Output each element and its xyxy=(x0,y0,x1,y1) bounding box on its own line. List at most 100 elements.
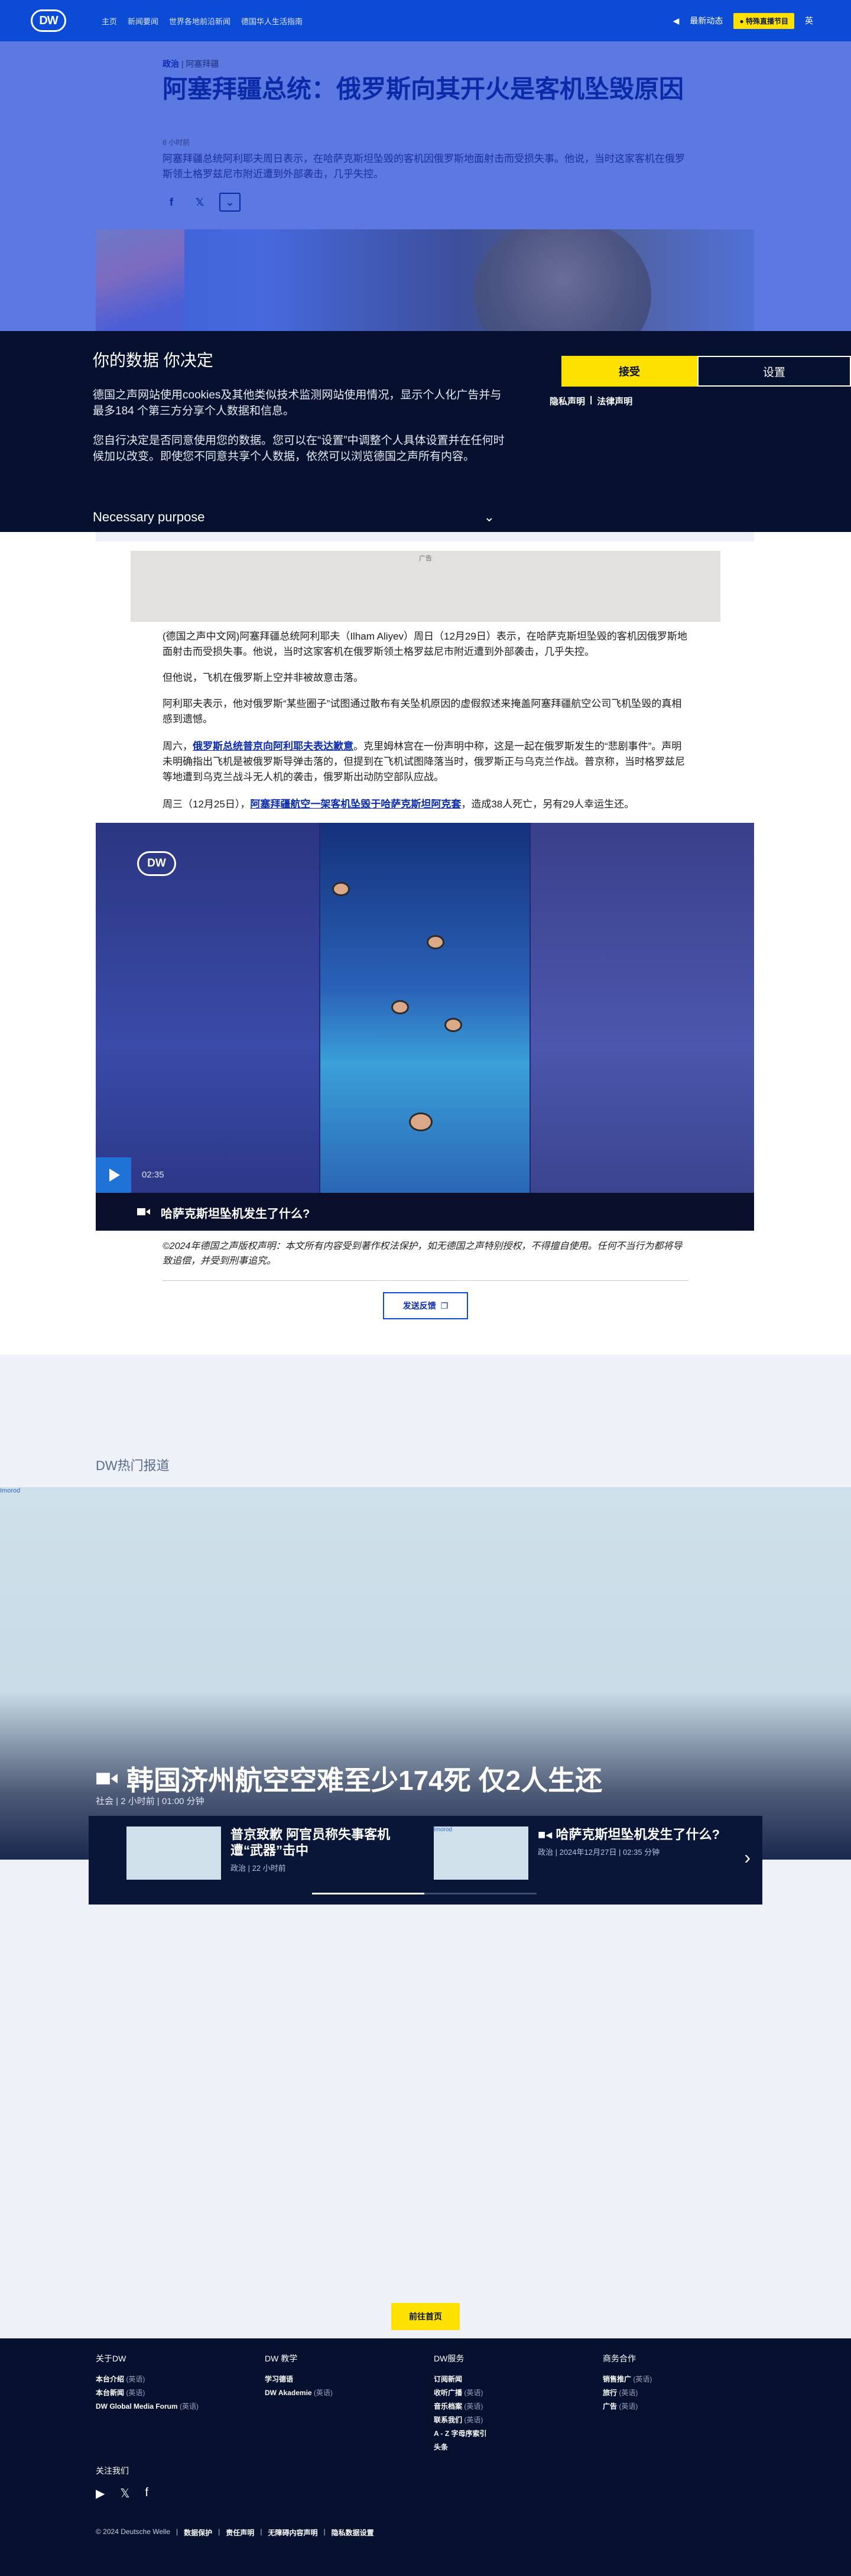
nav-item-news[interactable]: 新闻要闻 xyxy=(128,15,158,27)
footer-link[interactable]: 收听广播 (英语) xyxy=(434,2386,582,2400)
chevron-down-icon[interactable]: ⌄ xyxy=(219,193,241,212)
putin-apology-link[interactable]: 俄罗斯总统普京向阿利耶夫表达歉意 xyxy=(193,741,353,752)
video-duration: 02:35 xyxy=(142,1170,164,1180)
video-camera-icon: ■◂ xyxy=(538,1827,556,1842)
copy-icon: ❐ xyxy=(440,1300,449,1310)
trending-carousel: 普京致歉 阿官员称失事客机遭“武器”击中 政治 | 22 小时前 Imorod … xyxy=(89,1816,762,1905)
feedback-button[interactable]: 发送反馈 ❐ xyxy=(383,1292,468,1319)
social-links: ▶ 𝕏 f xyxy=(96,2486,148,2501)
card-title: ■◂ 哈萨克斯坦坠机发生了什么? xyxy=(538,1826,721,1842)
footer-col-services: DW服务 订阅新闻 收听广播 (英语) 音乐档案 (英语) 联系我们 (英语) … xyxy=(434,2353,582,2454)
home-button[interactable]: 前往首页 xyxy=(391,2303,460,2330)
article-paragraph: 周三（12月25日），阿塞拜疆航空一架客机坠毁于哈萨克斯坦阿克套，造成38人死亡… xyxy=(163,797,688,812)
legal-link[interactable]: 隐私数据设置 xyxy=(332,2528,374,2538)
subsection-link[interactable]: 阿塞拜疆 xyxy=(186,59,219,69)
para-text: ，造成38人死亡，另有29人幸运生还。 xyxy=(461,799,635,810)
play-icon[interactable] xyxy=(96,1157,131,1193)
legal-bar: © 2024 Deutsche Welle | 数据保护 | 责任声明 | 无障… xyxy=(96,2528,374,2538)
footer-link[interactable]: 本台介绍 (英语) xyxy=(96,2373,243,2386)
crash-link[interactable]: 阿塞拜疆航空一架客机坠毁于哈萨克斯坦阿克套 xyxy=(250,799,461,810)
article-paragraph: 但他说，飞机在俄罗斯上空并非被故意击落。 xyxy=(163,672,363,683)
video-frame[interactable]: DW 02:35 xyxy=(96,823,754,1193)
footer-col-learn: DW 教学 学习德语 DW Akademie (英语) xyxy=(265,2353,412,2400)
footer-link[interactable]: 头条 xyxy=(434,2441,582,2454)
dw-video-logo: DW xyxy=(137,851,176,876)
chevron-right-icon[interactable]: › xyxy=(744,1847,751,1868)
link-separator: | xyxy=(590,395,593,405)
top-story-title[interactable]: 韩国济州航空空难至少174死 仅2人生还 xyxy=(96,1759,602,1798)
footer-link[interactable]: 学习德语 xyxy=(265,2373,412,2386)
top-story-meta: 社会 | 2 小时前 | 01:00 分钟 xyxy=(96,1796,204,1806)
footer-link[interactable]: 广告 (英语) xyxy=(603,2400,751,2413)
footer-col-business: 商务合作 销售推广 (英语) 旅行 (英语) 广告 (英语) xyxy=(603,2353,751,2413)
article-lead: 阿塞拜疆总统阿利耶夫周日表示，在哈萨克斯坦坠毁的客机因俄罗斯地面射击而受损失事。… xyxy=(163,153,685,180)
video-camera-icon xyxy=(96,1773,118,1785)
footer-link[interactable]: 本台新闻 (英语) xyxy=(96,2386,243,2400)
x-icon[interactable]: 𝕏 xyxy=(120,2486,129,2501)
article-time: 8 小时前 xyxy=(163,138,190,147)
chevron-down-icon: ⌄ xyxy=(483,510,495,524)
footer-link[interactable]: 订阅新闻 xyxy=(434,2373,582,2386)
top-story-text: 韩国济州航空空难至少174死 仅2人生还 xyxy=(126,1765,603,1796)
section-link[interactable]: 政治 xyxy=(163,59,179,69)
dw-logo[interactable]: DW xyxy=(31,9,66,32)
carousel-card[interactable]: 普京致歉 阿官员称失事客机遭“武器”击中 政治 | 22 小时前 xyxy=(126,1826,414,1886)
accept-button[interactable]: 接受 xyxy=(561,356,697,387)
carousel-card[interactable]: Imorod ■◂ 哈萨克斯坦坠机发生了什么? 政治 | 2024年12月27日… xyxy=(434,1826,721,1886)
settings-button[interactable]: 设置 xyxy=(697,356,851,387)
cookie-banner: 你的数据 你决定 德国之声网站使用cookies及其他类似技术监测网站使用情况，… xyxy=(0,331,851,532)
card-title-text: 哈萨克斯坦坠机发生了什么? xyxy=(556,1827,720,1842)
broken-image-alt: Imorod xyxy=(0,1487,21,1494)
legal-link[interactable]: 数据保护 xyxy=(184,2528,212,2538)
footer-col-title: DW 教学 xyxy=(265,2354,298,2363)
article-paragraph: (德国之声中文网)阿塞拜疆总统阿利耶夫（Ilham Aliyev）周日（12月2… xyxy=(163,631,687,657)
video-player[interactable]: DW 02:35 哈萨克斯坦坠机发生了什么? xyxy=(96,823,754,1231)
card-thumbnail: Imorod xyxy=(434,1826,528,1880)
nav-item-guide[interactable]: 德国华人生活指南 xyxy=(241,15,303,27)
footer-link[interactable]: 联系我们 (英语) xyxy=(434,2413,582,2427)
footer-link[interactable]: DW Global Media Forum (英语) xyxy=(96,2400,243,2413)
footer-col-title: 关于DW xyxy=(96,2354,126,2363)
live-badge[interactable]: ● 特殊直播节目 xyxy=(733,12,794,29)
language-button[interactable]: 英 xyxy=(805,15,820,27)
divider xyxy=(163,1280,688,1281)
facebook-icon[interactable]: f xyxy=(145,2486,149,2501)
card-title: 普京致歉 阿官员称失事客机遭“武器”击中 xyxy=(230,1827,391,1858)
purpose-label: Necessary purpose xyxy=(93,510,205,524)
ad-slot[interactable]: 广告 xyxy=(131,551,720,622)
breadcrumb: 政治 | 阿塞拜疆 xyxy=(163,59,219,69)
hero-image xyxy=(96,229,754,331)
youtube-icon[interactable]: ▶ xyxy=(96,2486,105,2501)
footer-link[interactable]: 销售推广 (英语) xyxy=(603,2373,751,2386)
cookie-text-1: 德国之声网站使用cookies及其他类似技术监测网站使用情况，显示个人化广告并与… xyxy=(93,389,502,417)
footer-col-about: 关于DW 本台介绍 (英语) 本台新闻 (英语) DW Global Media… xyxy=(96,2353,243,2413)
image-caption-strip xyxy=(96,532,754,541)
footer-link[interactable]: 旅行 (英语) xyxy=(603,2386,751,2400)
live-icon: ◀ xyxy=(673,15,680,25)
footer-link[interactable]: A - Z 字母序索引 xyxy=(434,2427,582,2441)
video-camera-icon xyxy=(137,1208,150,1215)
privacy-link[interactable]: 隐私声明 xyxy=(550,395,585,407)
legal-link[interactable]: 责任声明 xyxy=(226,2528,254,2538)
latest-link[interactable]: 最新动态 xyxy=(690,15,723,27)
nav-item-home[interactable]: 主页 xyxy=(102,15,117,27)
footer-link[interactable]: DW Akademie (英语) xyxy=(265,2386,412,2400)
necessary-purpose-toggle[interactable]: Necessary purpose ⌄ xyxy=(93,510,495,525)
footer-link[interactable]: 音乐档案 (英语) xyxy=(434,2400,582,2413)
nav-item-world[interactable]: 世界各地前沿新闻 xyxy=(169,15,230,27)
footer-col-title: 商务合作 xyxy=(603,2354,636,2363)
carousel-progress xyxy=(312,1893,537,1894)
article-title: 阿塞拜疆总统：俄罗斯向其开火是客机坠毁原因 xyxy=(163,75,684,103)
legal-link[interactable]: 法律声明 xyxy=(597,395,632,407)
top-navbar: DW 主页 新闻要闻 世界各地前沿新闻 德国华人生活指南 ◀ 最新动态 ● 特殊… xyxy=(0,0,851,41)
feedback-label: 发送反馈 xyxy=(402,1301,436,1310)
card-thumbnail xyxy=(126,1826,221,1880)
facebook-icon[interactable]: f xyxy=(163,193,180,211)
legal-link[interactable]: 无障碍内容声明 xyxy=(268,2528,317,2538)
copyright-notice: ©2024年德国之声版权声明：本文所有内容受到著作权法保护，如无德国之声特别授权… xyxy=(163,1241,683,1266)
top-nav: 主页 新闻要闻 世界各地前沿新闻 德国华人生活指南 xyxy=(102,15,303,27)
article-paragraph: 阿利耶夫表示，他对俄罗斯“某些圈子”试图通过散布有关坠机原因的虚假叙述来掩盖阿塞… xyxy=(163,698,682,725)
cookie-text-2: 您自行决定是否同意使用您的数据。您可以在“设置”中调整个人具体设置并在任何时候加… xyxy=(93,434,505,463)
x-icon[interactable]: 𝕏 xyxy=(191,193,209,211)
card-meta: 政治 | 22 小时前 xyxy=(230,1864,286,1873)
